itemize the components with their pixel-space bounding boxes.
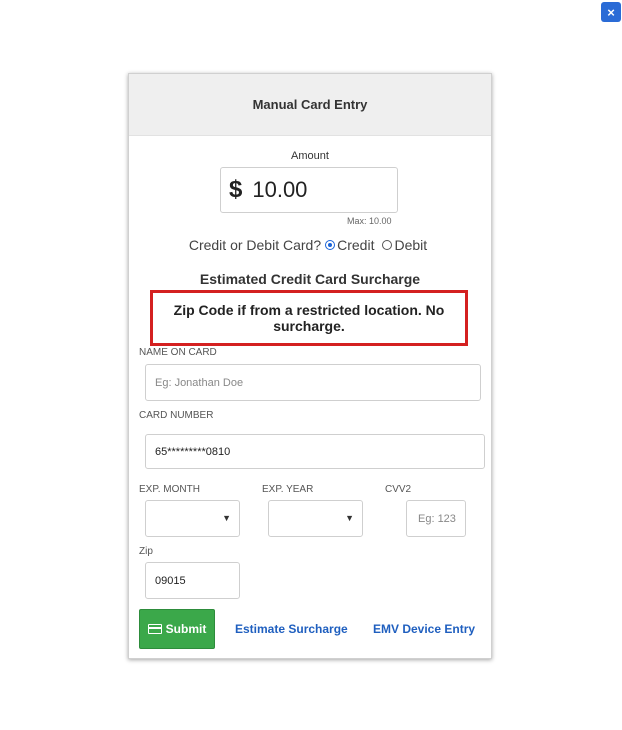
amount-label: Amount xyxy=(291,150,329,162)
radio-credit-label: Credit xyxy=(337,237,375,253)
submit-label: Submit xyxy=(165,622,207,636)
estimate-surcharge-link[interactable]: Estimate Surcharge xyxy=(235,622,348,636)
card-type-selector: Credit or Debit Card? Credit Debit xyxy=(129,237,491,253)
name-on-card-input[interactable]: Eg: Jonathan Doe xyxy=(145,364,481,401)
card-number-input[interactable]: 65*********0810 xyxy=(145,434,485,469)
close-icon[interactable]: × xyxy=(601,2,621,22)
surcharge-warning: Zip Code if from a restricted location. … xyxy=(150,290,468,346)
max-amount-note: Max: 10.00 xyxy=(347,216,392,226)
chevron-down-icon: ▼ xyxy=(345,513,354,523)
cvv2-label: CVV2 xyxy=(385,484,412,495)
manual-card-entry-dialog: Manual Card Entry Amount $ 10.00 Max: 10… xyxy=(128,73,492,659)
amount-value: 10.00 xyxy=(252,177,308,202)
surcharge-message: Zip Code if from a restricted location. … xyxy=(173,302,445,334)
card-number-label: CARD NUMBER xyxy=(139,410,214,421)
name-on-card-label: NAME ON CARD xyxy=(139,347,217,358)
amount-input[interactable]: $ 10.00 xyxy=(220,167,398,213)
radio-debit-icon[interactable] xyxy=(382,240,393,250)
currency-symbol: $ xyxy=(229,176,243,203)
radio-credit-icon[interactable] xyxy=(325,240,336,250)
exp-year-select[interactable]: ▼ xyxy=(268,500,363,537)
emv-device-entry-link[interactable]: EMV Device Entry xyxy=(373,622,475,636)
surcharge-title: Estimated Credit Card Surcharge xyxy=(199,271,421,287)
dialog-title: Manual Card Entry xyxy=(129,74,491,136)
cvv2-input[interactable]: Eg: 123 xyxy=(406,500,466,537)
zip-label: Zip xyxy=(139,546,153,557)
radio-debit-label: Debit xyxy=(394,237,428,253)
exp-year-label: EXP. YEAR xyxy=(262,484,314,495)
radio-debit[interactable]: Debit xyxy=(382,237,427,253)
exp-month-label: EXP. MONTH xyxy=(139,484,200,495)
radio-credit[interactable]: Credit xyxy=(325,237,374,253)
zip-input[interactable]: 09015 xyxy=(145,562,240,599)
exp-month-select[interactable]: ▼ xyxy=(145,500,240,537)
submit-button[interactable]: Submit xyxy=(139,609,215,649)
card-type-label: Credit or Debit Card? xyxy=(188,237,322,253)
chevron-down-icon: ▼ xyxy=(222,513,231,523)
credit-card-icon xyxy=(147,624,162,634)
